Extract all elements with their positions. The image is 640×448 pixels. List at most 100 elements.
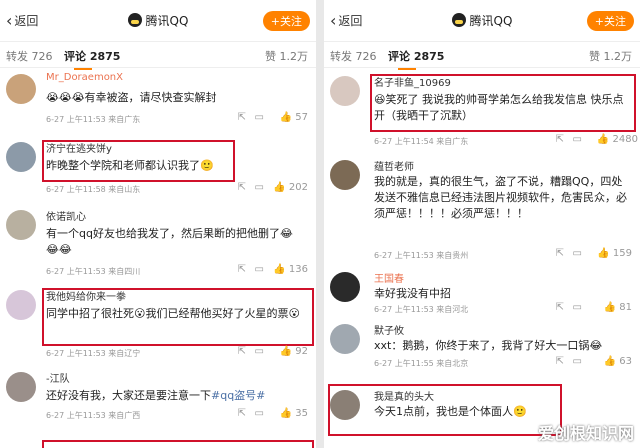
- avatar[interactable]: [330, 324, 360, 354]
- commenter-name[interactable]: 我是真的头大: [374, 388, 434, 403]
- comment-item: 王国春 幸好我没有中招 6-27 上午11:53 来自河北 ⇱ ▭ 👍 81: [324, 268, 640, 318]
- tab-comments[interactable]: 评论 2875: [388, 48, 444, 70]
- comment-item: Mr_DoraemonX 😭😭😭有幸被盗，请尽快查实解封 6-27 上午11:5…: [0, 70, 316, 138]
- comment-meta: 6-27 上午11:55 来自北京: [374, 359, 469, 368]
- comment-text: xxt：鹅鹅，你终于来了，我背了好大一口锅😂: [374, 339, 603, 352]
- tab-bar: 转发 726 评论 2875 赞 1.2万: [0, 42, 316, 70]
- commenter-name[interactable]: 王国春: [374, 270, 404, 285]
- comment-text: 还好没有我，大家还是要注意一下#qq盗号#: [46, 389, 266, 402]
- tab-forward[interactable]: 转发 726: [6, 48, 53, 64]
- comment-icon[interactable]: ▭: [573, 134, 582, 145]
- tab-likes[interactable]: 赞 1.2万: [589, 48, 632, 64]
- commenter-name[interactable]: 名子非鱼_10969: [374, 74, 451, 89]
- like-button[interactable]: 👍 2480: [597, 134, 638, 145]
- avatar[interactable]: [6, 290, 36, 320]
- share-icon[interactable]: ⇱: [556, 248, 564, 259]
- commenter-name[interactable]: -江队: [46, 370, 70, 385]
- comment-meta: 6-27 上午11:53 来自广西: [46, 411, 141, 420]
- comment-text: 昨晚整个学院和老师都认识我了🙂: [46, 159, 214, 172]
- avatar[interactable]: [6, 142, 36, 172]
- avatar[interactable]: [330, 272, 360, 302]
- comment-meta: 6-27 上午11:58 来自山东: [46, 185, 141, 194]
- share-icon[interactable]: ⇱: [556, 356, 564, 367]
- commenter-name[interactable]: 济宁在逃夹饼y: [46, 140, 112, 155]
- comment-meta: 6-27 上午11:54 来自广东: [374, 137, 469, 146]
- avatar[interactable]: [6, 372, 36, 402]
- comment-text: 😭😭😭有幸被盗，请尽快查实解封: [46, 91, 217, 104]
- share-icon[interactable]: ⇱: [238, 182, 246, 193]
- tab-comments[interactable]: 评论 2875: [64, 48, 120, 70]
- like-button[interactable]: 👍 136: [273, 264, 308, 275]
- comment-meta: 6-27 上午11:53 来自四川: [46, 267, 141, 276]
- like-button[interactable]: 👍 81: [604, 302, 632, 313]
- share-icon[interactable]: ⇱: [556, 134, 564, 145]
- follow-button[interactable]: +关注: [262, 11, 310, 31]
- tab-forward[interactable]: 转发 726: [330, 48, 377, 64]
- comment-icon[interactable]: ▭: [255, 408, 264, 419]
- comment-item: 蕴哲老师 我的就是，真的很生气，盗了不说，糟蹋QQ，四处发送不雅信息已经违法图片…: [324, 156, 640, 268]
- comment-meta: 6-27 上午11:53 来自广东: [46, 115, 141, 124]
- hashtag-link[interactable]: #qq盗号#: [211, 389, 265, 402]
- screenshot-composite: ‹ 返回 腾讯QQ +关注 转发 726 评论 2875 赞 1.2万 Mr_Do…: [0, 0, 640, 448]
- left-comments-screen: ‹ 返回 腾讯QQ +关注 转发 726 评论 2875 赞 1.2万 Mr_Do…: [0, 0, 316, 448]
- comment-item: 我他妈给你来一拳 同学中招了很社死😮我们已经帮他买好了火星的票😮 6-27 上午…: [0, 286, 316, 366]
- qq-penguin-icon: [451, 13, 466, 27]
- thumbs-up-icon: 👍: [597, 248, 610, 259]
- comment-icon[interactable]: ▭: [255, 182, 264, 193]
- comment-item: -江队 还好没有我，大家还是要注意一下#qq盗号# 6-27 上午11:53 来…: [0, 368, 316, 448]
- like-button[interactable]: 👍 92: [280, 346, 308, 357]
- avatar[interactable]: [6, 74, 36, 104]
- thumbs-up-icon: 👍: [279, 346, 293, 357]
- avatar[interactable]: [6, 210, 36, 240]
- like-button[interactable]: 👍 63: [604, 356, 632, 367]
- comment-icon[interactable]: ▭: [255, 264, 264, 275]
- comment-icon[interactable]: ▭: [255, 346, 264, 357]
- comment-icon[interactable]: ▭: [255, 112, 264, 123]
- avatar[interactable]: [330, 76, 360, 106]
- like-button[interactable]: 👍 202: [273, 182, 308, 193]
- qq-penguin-icon: [127, 13, 142, 27]
- share-icon[interactable]: ⇱: [238, 112, 246, 123]
- commenter-name[interactable]: Mr_DoraemonX: [46, 72, 123, 83]
- comment-icon[interactable]: ▭: [573, 302, 582, 313]
- comment-meta: 6-27 上午11:53 来自贵州: [374, 251, 469, 260]
- thumbs-up-icon: 👍: [279, 112, 293, 123]
- avatar[interactable]: [330, 390, 360, 420]
- comment-meta: 6-27 上午11:53 来自辽宁: [46, 349, 141, 358]
- commenter-name[interactable]: 我他妈给你来一拳: [46, 288, 126, 303]
- like-button[interactable]: 👍 57: [280, 112, 308, 123]
- tab-likes[interactable]: 赞 1.2万: [265, 48, 308, 64]
- like-button[interactable]: 👍 35: [280, 408, 308, 419]
- comment-item: 名子非鱼_10969 😆笑死了 我说我的帅哥学弟怎么给我发信息 快乐点开（我晒干…: [324, 72, 640, 154]
- thumbs-up-icon: 👍: [273, 264, 286, 275]
- tab-bar: 转发 726 评论 2875 赞 1.2万: [324, 42, 640, 70]
- comment-text: 今天1点前，我也是个体面人🙂: [374, 405, 527, 418]
- thumbs-up-icon: 👍: [273, 182, 286, 193]
- thumbs-up-icon: 👍: [603, 302, 617, 313]
- comment-item: 济宁在逃夹饼y 昨晚整个学院和老师都认识我了🙂 6-27 上午11:58 来自山…: [0, 138, 316, 206]
- thumbs-up-icon: 👍: [596, 134, 610, 145]
- highlight-box: [42, 440, 314, 448]
- like-button[interactable]: 👍 159: [597, 248, 632, 259]
- comment-text: 幸好我没有中招: [374, 287, 451, 300]
- comment-icon[interactable]: ▭: [573, 248, 582, 259]
- right-comments-screen: ‹ 返回 腾讯QQ +关注 转发 726 评论 2875 赞 1.2万 名子非鱼_…: [324, 0, 640, 448]
- follow-button[interactable]: +关注: [586, 11, 634, 31]
- avatar[interactable]: [330, 160, 360, 190]
- share-icon[interactable]: ⇱: [238, 346, 246, 357]
- commenter-name[interactable]: 蕴哲老师: [374, 158, 414, 173]
- comment-text: 我的就是，真的很生气，盗了不说，糟蹋QQ，四处发送不雅信息已经违法图片视频软件，…: [374, 175, 627, 220]
- comment-icon[interactable]: ▭: [573, 356, 582, 367]
- share-icon[interactable]: ⇱: [238, 264, 246, 275]
- comment-text: 有一个qq好友也给我发了，然后果断的把他删了😂😂😂: [46, 227, 293, 256]
- commenter-name[interactable]: 默子攸: [374, 322, 404, 337]
- comment-text: 😆笑死了 我说我的帅哥学弟怎么给我发信息 快乐点开（我晒干了沉默）: [374, 93, 624, 122]
- commenter-name[interactable]: 依诺凯心: [46, 208, 86, 223]
- comment-text: 同学中招了很社死😮我们已经帮他买好了火星的票😮: [46, 307, 300, 320]
- share-icon[interactable]: ⇱: [238, 408, 246, 419]
- share-icon[interactable]: ⇱: [556, 302, 564, 313]
- comment-item: 依诺凯心 有一个qq好友也给我发了，然后果断的把他删了😂😂😂 6-27 上午11…: [0, 206, 316, 284]
- watermark: 爱创根知识网: [537, 424, 634, 443]
- thumbs-up-icon: 👍: [603, 356, 617, 367]
- comment-meta: 6-27 上午11:53 来自河北: [374, 305, 469, 314]
